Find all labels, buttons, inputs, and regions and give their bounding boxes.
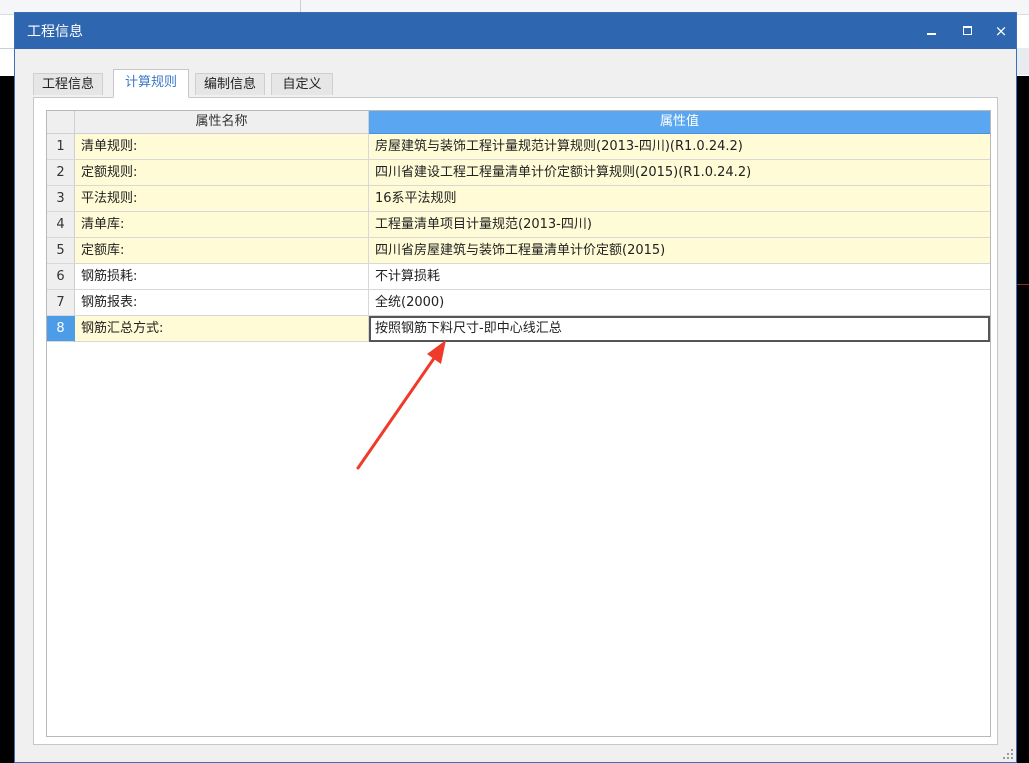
property-name: 钢筋报表:	[75, 290, 369, 316]
table-row[interactable]: 5 定额库: 四川省房屋建筑与装饰工程量清单计价定额(2015)	[47, 238, 990, 264]
tab-calculation-rules[interactable]: 计算规则	[113, 69, 189, 98]
tab-label: 自定义	[282, 77, 322, 92]
background-right-area	[1017, 76, 1029, 763]
property-value[interactable]: 四川省房屋建筑与装饰工程量清单计价定额(2015)	[369, 238, 990, 264]
minimize-icon	[926, 32, 936, 35]
row-index: 6	[47, 264, 75, 290]
column-header-property-value[interactable]: 属性值	[369, 111, 990, 134]
tab-project-info[interactable]: 工程信息	[33, 73, 103, 95]
row-index: 2	[47, 160, 75, 186]
property-name: 平法规则:	[75, 186, 369, 212]
property-value[interactable]: 房屋建筑与装饰工程计量规范计算规则(2013-四川)(R1.0.24.2)	[369, 134, 990, 160]
background-right-strip	[1017, 48, 1029, 75]
grid-corner-header	[47, 111, 75, 134]
property-value[interactable]: 全统(2000)	[369, 290, 990, 316]
property-name: 清单规则:	[75, 134, 369, 160]
close-button[interactable]: ×	[991, 21, 1011, 41]
row-index: 3	[47, 186, 75, 212]
tab-content-panel: 属性名称 属性值 1 清单规则: 房屋建筑与装饰工程计量规范计算规则(2013-…	[33, 97, 998, 745]
table-row[interactable]: 7 钢筋报表: 全统(2000)	[47, 290, 990, 316]
column-header-property-name[interactable]: 属性名称	[75, 111, 369, 134]
tab-custom[interactable]: 自定义	[271, 73, 333, 95]
tab-compilation-info[interactable]: 编制信息	[195, 73, 265, 95]
row-index: 4	[47, 212, 75, 238]
maximize-icon	[962, 26, 972, 35]
close-icon: ×	[994, 22, 1008, 40]
background-line	[1017, 284, 1029, 285]
row-index: 1	[47, 134, 75, 160]
background-divider	[300, 0, 301, 12]
minimize-button[interactable]	[921, 21, 941, 41]
property-grid: 属性名称 属性值 1 清单规则: 房屋建筑与装饰工程计量规范计算规则(2013-…	[46, 110, 991, 737]
tab-label: 计算规则	[124, 75, 177, 90]
property-value-editor[interactable]: 按照钢筋下料尺寸-即中心线汇总	[369, 316, 990, 342]
tab-label: 工程信息	[41, 77, 94, 92]
row-index: 8	[47, 316, 75, 342]
dialog-titlebar[interactable]: 工程信息 ×	[15, 13, 1016, 49]
table-row[interactable]: 4 清单库: 工程量清单项目计量规范(2013-四川)	[47, 212, 990, 238]
table-row[interactable]: 3 平法规则: 16系平法规则	[47, 186, 990, 212]
property-value[interactable]: 工程量清单项目计量规范(2013-四川)	[369, 212, 990, 238]
property-name: 定额库:	[75, 238, 369, 264]
background-left-area	[0, 76, 14, 763]
property-value[interactable]: 四川省建设工程工程量清单计价定额计算规则(2015)(R1.0.24.2)	[369, 160, 990, 186]
tab-label: 编制信息	[203, 77, 256, 92]
maximize-button[interactable]	[957, 21, 977, 41]
table-row[interactable]: 1 清单规则: 房屋建筑与装饰工程计量规范计算规则(2013-四川)(R1.0.…	[47, 134, 990, 160]
row-index: 5	[47, 238, 75, 264]
table-row[interactable]: 2 定额规则: 四川省建设工程工程量清单计价定额计算规则(2015)(R1.0.…	[47, 160, 990, 186]
property-name: 钢筋汇总方式:	[75, 316, 369, 342]
property-value[interactable]: 不计算损耗	[369, 264, 990, 290]
background-left-strip	[0, 48, 14, 76]
dialog-title: 工程信息	[27, 24, 83, 40]
property-name: 钢筋损耗:	[75, 264, 369, 290]
table-row-selected[interactable]: 8 钢筋汇总方式: 按照钢筋下料尺寸-即中心线汇总	[47, 316, 990, 342]
property-name: 清单库:	[75, 212, 369, 238]
resize-grip-icon[interactable]	[1003, 749, 1013, 759]
project-info-dialog: 工程信息 × 工程信息 计算规则 编制信息 自定义 属性名称 属性值 1 清单规…	[14, 12, 1017, 763]
row-index: 7	[47, 290, 75, 316]
property-value[interactable]: 16系平法规则	[369, 186, 990, 212]
table-row[interactable]: 6 钢筋损耗: 不计算损耗	[47, 264, 990, 290]
property-name: 定额规则:	[75, 160, 369, 186]
